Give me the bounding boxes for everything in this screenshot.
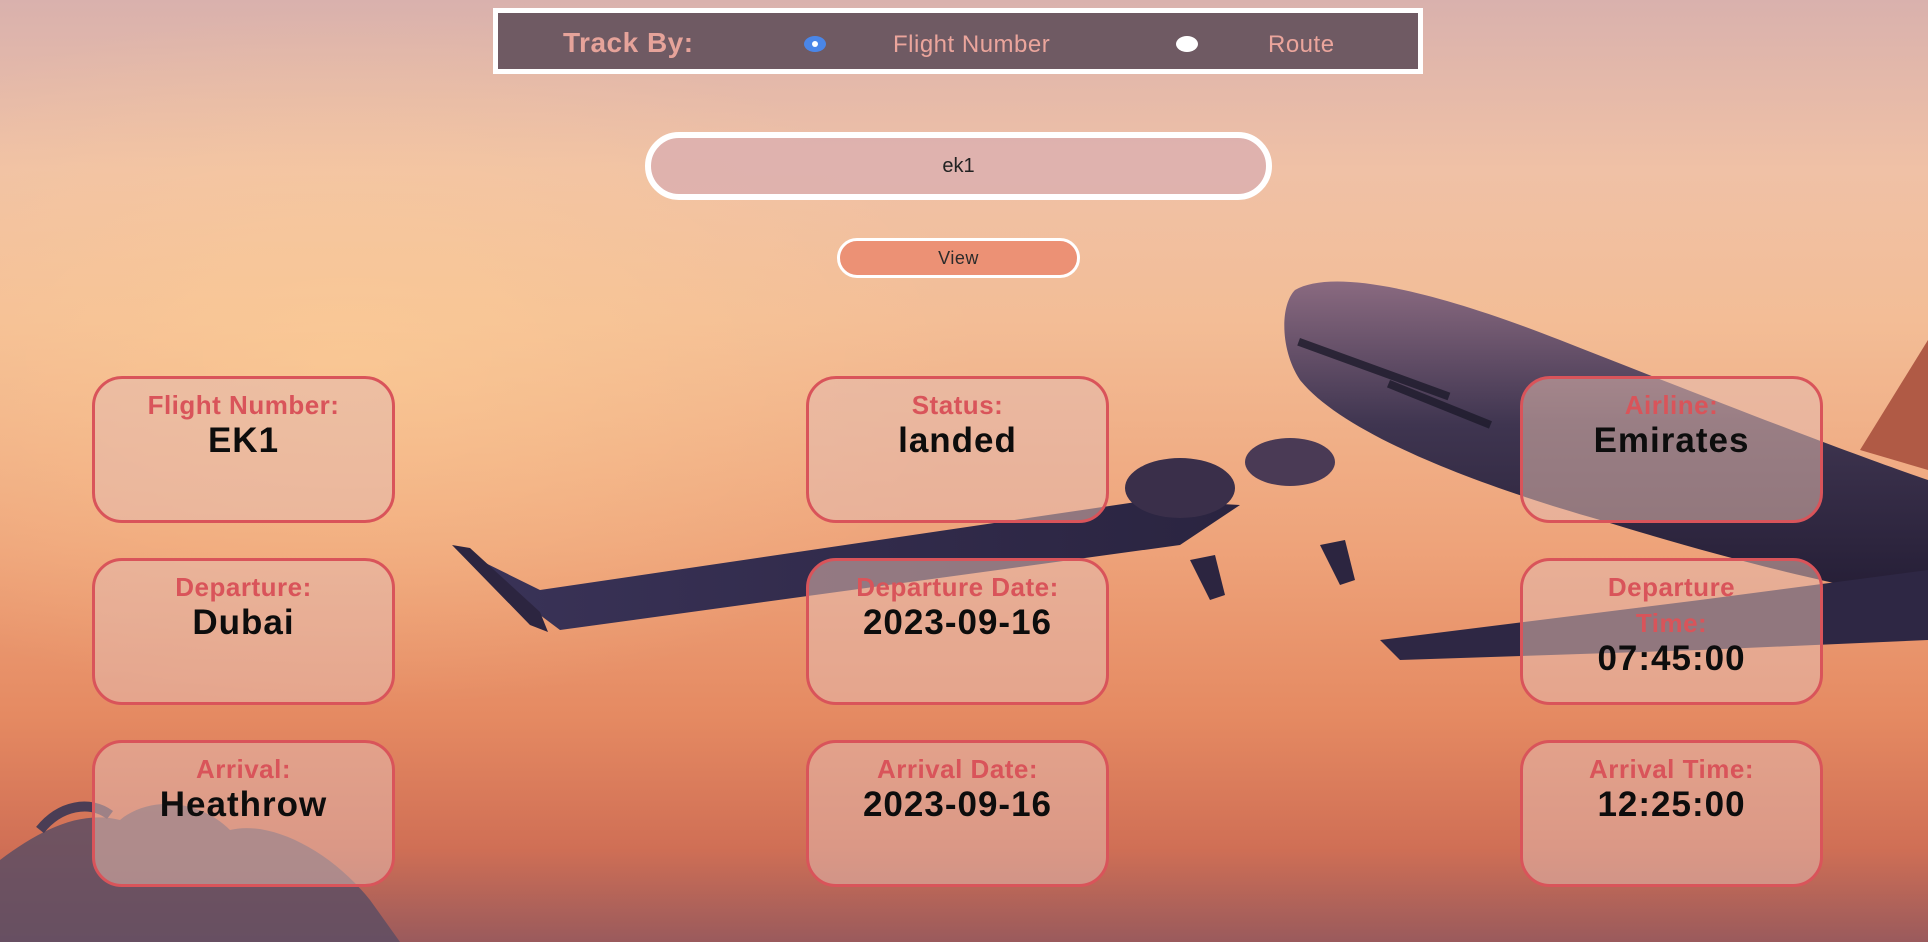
card-value: 07:45:00 bbox=[1597, 639, 1746, 678]
card-label: Departure: bbox=[175, 572, 312, 602]
track-by-bar: Track By: Flight Number Route bbox=[493, 8, 1423, 74]
route-radio-label[interactable]: Route bbox=[1268, 31, 1335, 59]
card-value: 2023-09-16 bbox=[862, 603, 1053, 642]
flight-number-radio[interactable] bbox=[804, 36, 826, 52]
card-label: Departure Date: bbox=[856, 572, 1059, 602]
card-value: EK1 bbox=[207, 421, 280, 460]
card-value: 2023-09-16 bbox=[862, 785, 1053, 824]
view-button[interactable]: View bbox=[837, 238, 1080, 278]
card-value: Dubai bbox=[192, 603, 295, 642]
departure-date-card: Departure Date: 2023-09-16 bbox=[806, 558, 1109, 705]
flight-search-input[interactable] bbox=[645, 132, 1272, 200]
card-value: Emirates bbox=[1593, 421, 1750, 460]
arrival-time-card: Arrival Time: 12:25:00 bbox=[1520, 740, 1823, 887]
status-card: Status: landed bbox=[806, 376, 1109, 523]
card-label: Status: bbox=[911, 390, 1004, 420]
card-label: Arrival: bbox=[195, 754, 292, 784]
card-label: Arrival Date: bbox=[876, 754, 1039, 784]
track-by-label: Track By: bbox=[563, 27, 694, 58]
card-label: Airline: bbox=[1624, 390, 1719, 420]
card-label: Departure Time: bbox=[1607, 572, 1736, 638]
card-value: landed bbox=[898, 421, 1017, 460]
arrival-date-card: Arrival Date: 2023-09-16 bbox=[806, 740, 1109, 887]
airline-card: Airline: Emirates bbox=[1520, 376, 1823, 523]
departure-time-card: Departure Time: 07:45:00 bbox=[1520, 558, 1823, 705]
flight-number-card: Flight Number: EK1 bbox=[92, 376, 395, 523]
card-label: Flight Number: bbox=[147, 390, 340, 420]
card-value: 12:25:00 bbox=[1597, 785, 1746, 824]
card-label: Arrival Time: bbox=[1589, 754, 1754, 784]
departure-card: Departure: Dubai bbox=[92, 558, 395, 705]
card-value: Heathrow bbox=[159, 785, 328, 824]
arrival-card: Arrival: Heathrow bbox=[92, 740, 395, 887]
route-radio[interactable] bbox=[1176, 36, 1198, 52]
flight-number-radio-label[interactable]: Flight Number bbox=[893, 31, 1050, 59]
